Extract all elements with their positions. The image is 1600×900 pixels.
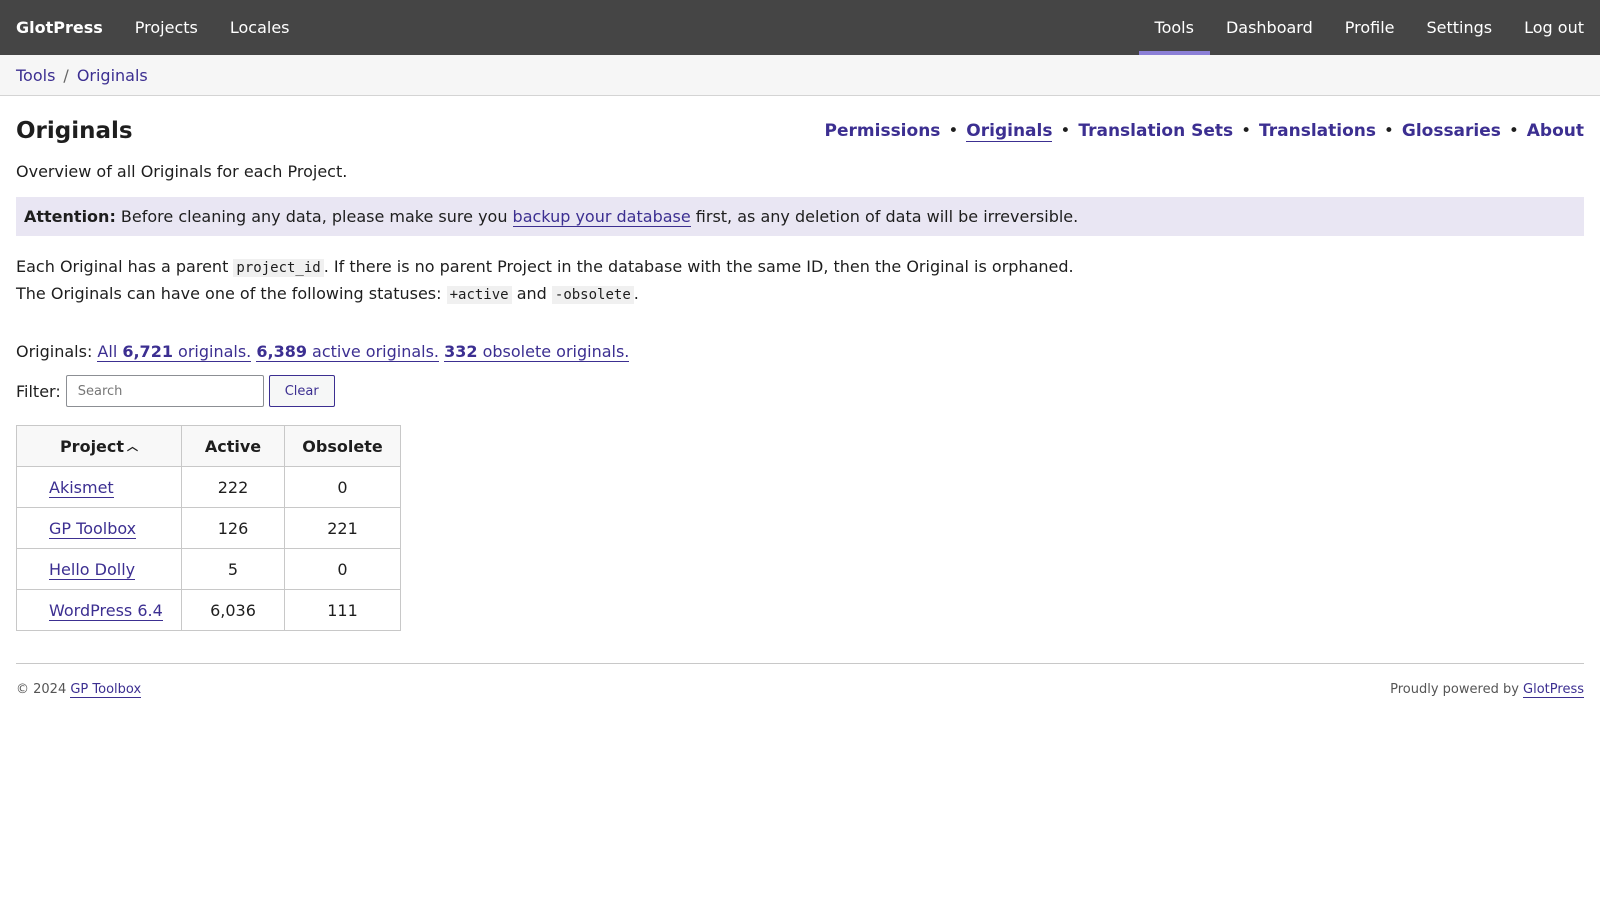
filter-bar: Filter: Clear <box>16 375 1584 407</box>
active-originals-link[interactable]: 6,389 active originals. <box>256 342 439 362</box>
active-cell: 6,036 <box>181 589 285 631</box>
tab-separator: • <box>948 121 959 141</box>
search-input[interactable] <box>65 375 264 407</box>
tools-tabs: Permissions • Originals • Translation Se… <box>825 121 1584 142</box>
table-header-row: Project ︿ Active Obsolete <box>16 425 401 467</box>
powered-text: Proudly powered by <box>1390 682 1524 697</box>
obsolete-cell: 221 <box>284 507 401 549</box>
status-active-code: +active <box>446 286 512 304</box>
chevron-up-icon: ︿ <box>127 439 139 453</box>
notice-label: Attention: <box>24 207 116 226</box>
page-description: Overview of all Originals for each Proje… <box>16 162 348 181</box>
count-number: 6,721 <box>122 342 173 361</box>
page-header: Originals Permissions • Originals • Tran… <box>16 116 1584 146</box>
tab-permissions[interactable]: Permissions <box>825 121 941 141</box>
project-link-akismet[interactable]: Akismet <box>49 477 114 498</box>
page-footer: © 2024 GP Toolbox Proudly powered by Glo… <box>16 663 1584 698</box>
top-navigation-bar: GlotPress Projects Locales Tools Dashboa… <box>0 0 1600 55</box>
count-text: obsolete originals. <box>477 342 630 361</box>
footer-gp-toolbox-link[interactable]: GP Toolbox <box>70 682 142 698</box>
obsolete-originals-link[interactable]: 332 obsolete originals. <box>444 342 630 362</box>
tab-translation-sets[interactable]: Translation Sets <box>1078 121 1233 141</box>
notice-text-after: first, as any deletion of data will be i… <box>690 207 1079 226</box>
obsolete-cell: 0 <box>284 466 401 508</box>
project-cell: Akismet <box>16 466 182 508</box>
brand-logo-link[interactable]: GlotPress <box>16 0 103 55</box>
active-cell: 5 <box>181 548 285 590</box>
attention-notice: Attention: Before cleaning any data, ple… <box>16 197 1584 236</box>
originals-info: Each Original has a parent project_id. I… <box>16 254 1584 308</box>
tab-glossaries[interactable]: Glossaries <box>1402 121 1501 141</box>
breadcrumb-originals-link[interactable]: Originals <box>77 66 148 85</box>
footer-copyright: © 2024 GP Toolbox <box>16 682 142 698</box>
project-link-hello-dolly[interactable]: Hello Dolly <box>49 559 136 580</box>
active-cell: 126 <box>181 507 285 549</box>
table-row: Akismet 222 0 <box>16 466 401 508</box>
tab-separator: • <box>1508 121 1519 141</box>
page-title: Originals <box>16 118 133 144</box>
nav-profile[interactable]: Profile <box>1329 0 1411 55</box>
project-cell: GP Toolbox <box>16 507 182 549</box>
filter-label: Filter: <box>16 381 61 401</box>
nav-projects[interactable]: Projects <box>135 0 214 55</box>
count-text: All <box>97 342 123 361</box>
table-row: GP Toolbox 126 221 <box>16 507 401 549</box>
obsolete-cell: 0 <box>284 548 401 590</box>
topbar-left: GlotPress Projects Locales <box>16 0 306 55</box>
table-row: Hello Dolly 5 0 <box>16 548 401 590</box>
info-text: . If there is no parent Project in the d… <box>323 257 1074 276</box>
footer-glotpress-link[interactable]: GlotPress <box>1523 682 1584 698</box>
nav-dashboard[interactable]: Dashboard <box>1210 0 1329 55</box>
originals-counts: Originals: All 6,721 originals. 6,389 ac… <box>16 342 1584 362</box>
status-obsolete-code: -obsolete <box>551 286 634 304</box>
obsolete-cell: 111 <box>284 589 401 631</box>
project-id-code: project_id <box>233 259 324 277</box>
tab-originals[interactable]: Originals <box>966 121 1053 142</box>
tab-separator: • <box>1241 121 1252 141</box>
tab-separator: • <box>1383 121 1394 141</box>
column-active[interactable]: Active <box>181 425 285 467</box>
clear-button[interactable]: Clear <box>268 375 335 407</box>
count-number: 6,389 <box>256 342 307 361</box>
info-line-parent: Each Original has a parent project_id. I… <box>16 254 1584 281</box>
footer-powered-by: Proudly powered by GlotPress <box>1390 682 1584 698</box>
breadcrumb-separator: / <box>63 65 69 85</box>
count-number: 332 <box>444 342 478 361</box>
nav-locales[interactable]: Locales <box>214 0 306 55</box>
project-cell: Hello Dolly <box>16 548 182 590</box>
tab-separator: • <box>1060 121 1071 141</box>
active-cell: 222 <box>181 466 285 508</box>
breadcrumb: Tools / Originals <box>0 55 1600 96</box>
info-text: The Originals can have one of the follow… <box>16 284 447 303</box>
topbar-right: Tools Dashboard Profile Settings Log out <box>1138 0 1600 55</box>
column-project[interactable]: Project ︿ <box>16 425 182 467</box>
count-text: active originals. <box>306 342 439 361</box>
tab-about[interactable]: About <box>1527 121 1584 141</box>
nav-log-out[interactable]: Log out <box>1508 0 1600 55</box>
info-text: . <box>633 284 639 303</box>
project-cell: WordPress 6.4 <box>16 589 182 631</box>
count-text: originals. <box>172 342 252 361</box>
backup-database-link[interactable]: backup your database <box>512 207 691 227</box>
info-line-statuses: The Originals can have one of the follow… <box>16 281 1584 308</box>
copyright-text: © 2024 <box>16 682 71 697</box>
tab-translations[interactable]: Translations <box>1259 121 1376 141</box>
nav-tools[interactable]: Tools <box>1138 0 1211 55</box>
all-originals-link[interactable]: All 6,721 originals. <box>97 342 252 362</box>
breadcrumb-tools-link[interactable]: Tools <box>16 66 55 85</box>
notice-text-before: Before cleaning any data, please make su… <box>115 207 513 226</box>
table-row: WordPress 6.4 6,036 111 <box>16 589 401 631</box>
originals-table: Project ︿ Active Obsolete Akismet 222 0 G… <box>16 425 401 631</box>
project-link-wordpress[interactable]: WordPress 6.4 <box>49 600 163 621</box>
info-text: and <box>511 284 552 303</box>
main-content: Originals Permissions • Originals • Tran… <box>0 116 1600 631</box>
project-link-gp-toolbox[interactable]: GP Toolbox <box>49 518 137 539</box>
column-obsolete[interactable]: Obsolete <box>284 425 401 467</box>
nav-settings[interactable]: Settings <box>1411 0 1509 55</box>
column-project-label: Project <box>59 436 125 456</box>
counts-label: Originals: <box>16 342 98 361</box>
info-text: Each Original has a parent <box>16 257 234 276</box>
